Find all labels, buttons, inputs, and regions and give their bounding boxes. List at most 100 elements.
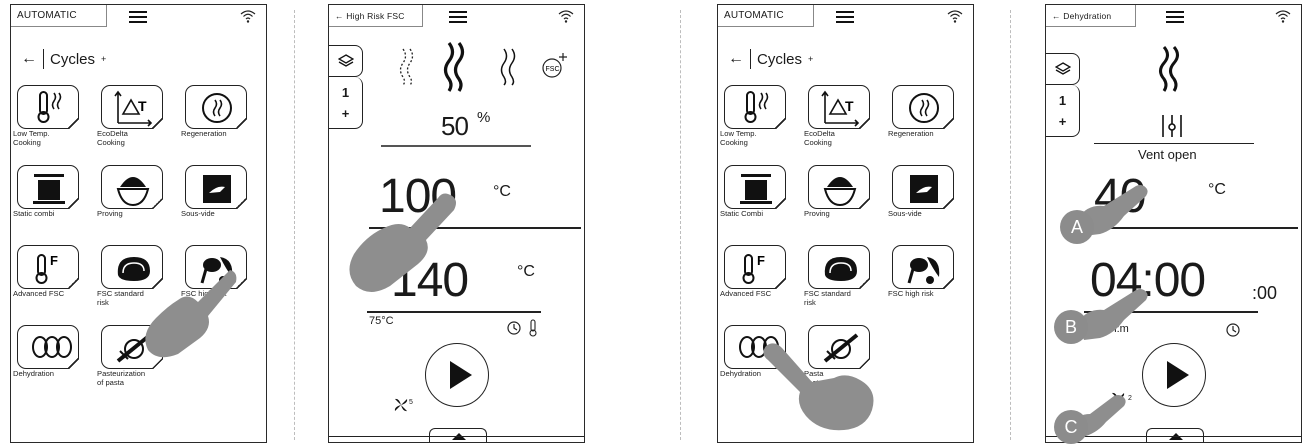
humidity-divider [381, 145, 531, 147]
tile-label: EcoDelta Cooking [804, 129, 835, 147]
regeneration-button[interactable] [185, 85, 247, 129]
timer-icon[interactable] [1226, 323, 1240, 337]
mode-label: AUTOMATIC [724, 10, 784, 21]
add-phase-button[interactable]: + [1059, 114, 1067, 129]
page-title-text: Cycles [50, 50, 96, 68]
low-temp-button[interactable] [724, 85, 786, 129]
probe-divider [367, 311, 541, 313]
regeneration-button[interactable] [892, 85, 954, 129]
wifi-icon [1275, 10, 1291, 23]
static-combi-button[interactable] [17, 165, 79, 209]
hand-pointer-icon [145, 270, 237, 358]
beans-icon [32, 336, 72, 358]
annotation-c: C [1054, 410, 1088, 444]
vent-icon[interactable] [1160, 113, 1184, 139]
fsc-standard-button[interactable] [808, 245, 870, 289]
ecodelta-button[interactable]: T [808, 85, 870, 129]
layers-icon [1054, 62, 1071, 75]
proving-button[interactable] [101, 165, 163, 209]
expand-tab[interactable] [429, 428, 487, 442]
tile-low-temp[interactable]: Low Temp. Cooking [720, 85, 794, 147]
tile-low-temp[interactable]: Low Temp. Cooking [13, 85, 87, 147]
wifi-icon [947, 10, 963, 23]
proving-button[interactable] [808, 165, 870, 209]
tile-sous-vide[interactable]: Sous-vide [888, 165, 962, 219]
hand-pointer-icon [763, 343, 874, 431]
dehydration-button[interactable] [17, 325, 79, 369]
wifi-icon [558, 10, 574, 23]
fan-speed-value: 2 [1128, 395, 1132, 402]
thermometer-f-icon: F [742, 253, 765, 284]
svg-text:T: T [138, 98, 147, 114]
tile-regeneration[interactable]: Regeneration [888, 85, 962, 139]
advanced-fsc-button[interactable]: F [724, 245, 786, 289]
dough-bowl-icon [116, 177, 150, 207]
tile-label: Sous-vide [888, 209, 922, 218]
add-phase-button[interactable]: + [342, 106, 350, 121]
delta-temp-value[interactable]: 75°C [369, 315, 394, 327]
tile-static-combi[interactable]: Static Combi [720, 165, 794, 219]
phase-tab[interactable]: 1 + [1046, 85, 1080, 137]
start-button[interactable] [1142, 343, 1206, 407]
tile-label: Proving [804, 209, 830, 218]
back-arrow-icon[interactable]: ← [728, 50, 744, 68]
static-combi-button[interactable] [724, 165, 786, 209]
header-title[interactable]: ← Dehydration [1052, 11, 1111, 21]
header-title[interactable]: ← High Risk FSC [335, 11, 405, 21]
tile-fsc-standard[interactable]: FSC standard risk [804, 245, 878, 307]
tile-label: FSC high risk [888, 289, 934, 298]
tile-label: Dehydration [13, 369, 54, 378]
timer-icon[interactable] [507, 321, 521, 335]
menu-icon[interactable] [449, 11, 467, 23]
meat-icon [824, 257, 857, 281]
menu-icon[interactable] [129, 11, 147, 23]
tile-static-combi[interactable]: Static combi [13, 165, 87, 219]
fan-speed-value: 5 [409, 399, 413, 406]
regeneration-icon [202, 93, 232, 123]
header: AUTOMATIC [718, 5, 973, 31]
menu-icon[interactable] [836, 11, 854, 23]
header-title-text: Dehydration [1063, 11, 1112, 21]
tile-ecodelta[interactable]: T EcoDelta Cooking [804, 85, 878, 147]
expand-tab[interactable] [1146, 428, 1204, 442]
mode-label: AUTOMATIC [17, 10, 77, 21]
layers-tab[interactable] [1046, 53, 1080, 85]
humidity-level-selected-icon[interactable] [443, 41, 469, 95]
low-temp-button[interactable] [17, 85, 79, 129]
vent-divider [1094, 143, 1254, 144]
tile-sous-vide[interactable]: Sous-vide [181, 165, 255, 219]
humidity-value[interactable]: 50 [441, 111, 469, 142]
fsc-plus-icon[interactable]: FSC [539, 51, 569, 81]
tile-ecodelta[interactable]: T EcoDelta Cooking [97, 85, 171, 147]
start-button[interactable] [425, 343, 489, 407]
tile-fsc-high[interactable]: FSC high risk [888, 245, 962, 299]
cavity-temp-unit: °C [493, 183, 511, 200]
menu-icon[interactable] [1166, 11, 1184, 23]
cavity-temp-unit: °C [1208, 181, 1226, 198]
tile-advanced-fsc[interactable]: F Advanced FSC [720, 245, 794, 299]
back-arrow-icon[interactable]: ← [21, 50, 37, 68]
probe-thermometer-icon[interactable] [527, 319, 539, 337]
layers-tab[interactable] [329, 45, 363, 77]
thermometer-steam-icon [37, 91, 62, 123]
tile-dehydration[interactable]: Dehydration [13, 325, 87, 379]
title-plus: + [101, 54, 107, 64]
sous-vide-button[interactable] [892, 165, 954, 209]
tile-advanced-fsc[interactable]: F Advanced FSC [13, 245, 87, 299]
svg-text:F: F [50, 253, 58, 268]
annotation-a: A [1060, 210, 1094, 244]
thermometer-steam-icon [744, 91, 769, 123]
phase-tab[interactable]: 1 + [329, 77, 363, 129]
fan-icon[interactable] [393, 397, 409, 413]
tile-proving[interactable]: Proving [804, 165, 878, 219]
sous-vide-button[interactable] [185, 165, 247, 209]
delta-t-icon: T [821, 90, 860, 127]
tile-regeneration[interactable]: Regeneration [181, 85, 255, 139]
humidity-dry-icon[interactable] [1158, 45, 1184, 95]
page-title: ← Cycles + [728, 49, 813, 69]
tile-proving[interactable]: Proving [97, 165, 171, 219]
fsc-high-button[interactable] [892, 245, 954, 289]
svg-text:FSC: FSC [546, 66, 560, 73]
ecodelta-button[interactable]: T [101, 85, 163, 129]
advanced-fsc-button[interactable]: F [17, 245, 79, 289]
